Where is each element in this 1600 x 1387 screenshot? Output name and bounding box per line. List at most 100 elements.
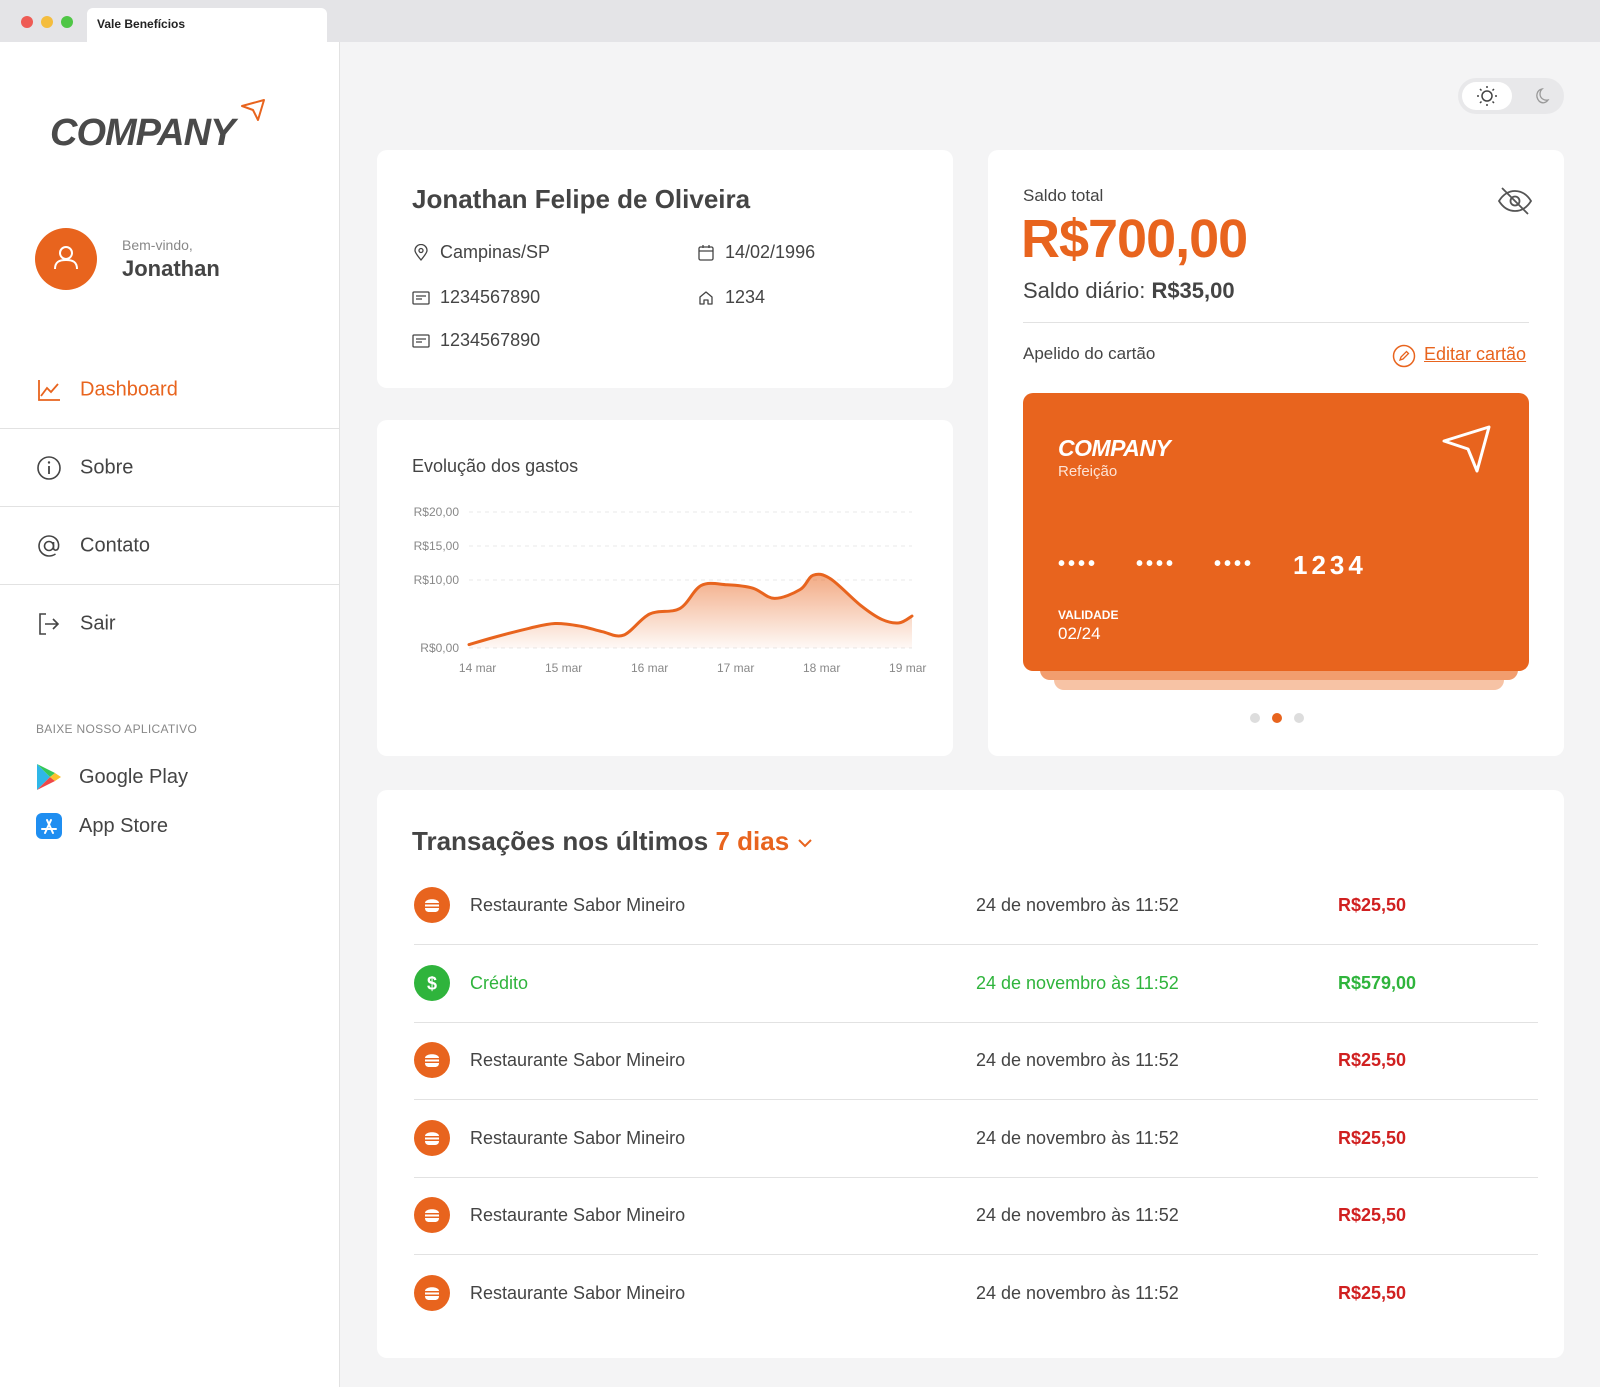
paper-plane-icon (241, 99, 265, 121)
chart-title: Evolução dos gastos (412, 456, 579, 476)
x-tick-label: 15 mar (545, 661, 582, 675)
y-tick-label: R$15,00 (414, 539, 460, 553)
burger-icon (425, 1054, 439, 1067)
dollar-icon: $ (427, 973, 437, 993)
transaction-icon (414, 887, 450, 923)
hide-balance-eye-icon[interactable] (1496, 186, 1534, 216)
nav-item-contato[interactable]: Contato (0, 507, 339, 585)
transaction-row[interactable]: Restaurante Sabor Mineiro 24 de novembro … (414, 867, 1538, 945)
app-store-icon (36, 813, 62, 839)
transaction-amount: R$579,00 (1338, 972, 1417, 993)
nav-label: Sobre (80, 456, 134, 478)
document-1-text: 1234567890 (440, 287, 541, 307)
y-tick-label: R$0,00 (420, 641, 459, 655)
id-card-icon (412, 291, 430, 305)
logout-icon (39, 613, 60, 635)
transaction-amount: R$25,50 (1338, 1127, 1407, 1148)
nav-item-sair[interactable]: Sair (0, 585, 339, 663)
card-masked-group: •••• (1214, 553, 1255, 575)
carousel-dot[interactable] (1250, 713, 1260, 723)
card-last-digits: 1234 (1293, 550, 1367, 580)
edit-card-label: Editar cartão (1424, 344, 1527, 364)
transaction-amount: R$25,50 (1338, 895, 1407, 915)
transaction-name: Restaurante Sabor Mineiro (470, 895, 686, 915)
transaction-date: 24 de novembro às 11:52 (976, 1050, 1179, 1070)
at-icon (38, 534, 60, 557)
id-card-icon (412, 334, 430, 348)
moon-icon[interactable] (1524, 82, 1554, 110)
transaction-name: Restaurante Sabor Mineiro (470, 1205, 686, 1225)
carousel-dot-active[interactable] (1272, 713, 1282, 723)
nav-item-sobre[interactable]: Sobre (0, 429, 339, 507)
carousel-dot[interactable] (1294, 713, 1304, 723)
browser-tab[interactable]: Vale Benefícios (87, 8, 327, 42)
maximize-window-dot[interactable] (61, 16, 73, 28)
balance-divider (1023, 322, 1529, 323)
y-tick-label: R$10,00 (414, 573, 460, 587)
user-icon (54, 246, 78, 270)
profile-location: Campinas/SP (414, 242, 551, 263)
spending-area-chart: R$0,00 R$10,00 R$15,00 R$20,00 14 mar 15 mar… (414, 505, 927, 675)
transaction-date: 24 de novembro às 11:52 (976, 1127, 1179, 1148)
card-type: Refeição (1058, 463, 1118, 480)
avatar[interactable] (35, 228, 97, 290)
nav-item-dashboard[interactable]: Dashboard (0, 351, 339, 429)
transaction-name: Restaurante Sabor Mineiro (470, 1282, 686, 1303)
theme-toggle[interactable] (1458, 78, 1564, 114)
transaction-name: Restaurante Sabor Mineiro (470, 1127, 686, 1148)
location-text: Campinas/SP (440, 242, 551, 262)
transaction-date: 24 de novembro às 11:52 (976, 1205, 1179, 1225)
transaction-row[interactable]: Restaurante Sabor Mineiro 24 de novembro … (414, 1177, 1538, 1255)
company-logo: COMPANY (50, 112, 235, 154)
edit-pencil-icon (1392, 344, 1416, 368)
paper-plane-icon (1442, 425, 1491, 473)
transaction-date: 24 de novembro às 11:52 (976, 1282, 1179, 1303)
transactions-title-prefix: Transações nos últimos (412, 826, 709, 856)
welcome-text: Bem-vindo, (122, 237, 193, 253)
transaction-row[interactable]: $ Crédito 24 de novembro às 11:52 R$579,00 (414, 945, 1538, 1023)
transaction-icon (414, 1274, 450, 1311)
daily-balance-value: R$35,00 (1151, 278, 1235, 303)
document-2-text: 1234567890 (440, 330, 541, 350)
birth-date-text: 14/02/1996 (725, 242, 816, 262)
nav-label: Contato (80, 534, 151, 556)
transaction-icon: $ (414, 964, 450, 1001)
burger-icon (425, 899, 439, 912)
benefit-card[interactable]: COMPANY Refeição •••• •••• •••• 1234 VAL… (1023, 393, 1529, 671)
transaction-name: Crédito (470, 972, 529, 993)
app-link-label: Google Play (79, 766, 188, 788)
chart-area-fill (469, 574, 912, 648)
theme-option-light[interactable] (1462, 82, 1512, 110)
transaction-date: 24 de novembro às 11:52 (976, 895, 1179, 915)
home-icon (699, 291, 713, 305)
transaction-amount: R$25,50 (1338, 1050, 1407, 1070)
transaction-amount: R$25,50 (1338, 1205, 1407, 1225)
chevron-down-icon (798, 839, 813, 848)
profile-document-1: 1234567890 (412, 287, 541, 308)
transaction-date: 24 de novembro às 11:52 (976, 972, 1179, 993)
transaction-row[interactable]: Restaurante Sabor Mineiro 24 de novembro … (414, 1255, 1538, 1333)
transaction-icon (414, 1042, 450, 1078)
edit-card-link[interactable]: Editar cartão (1392, 344, 1527, 368)
transaction-row[interactable]: Restaurante Sabor Mineiro 24 de novembro … (414, 1100, 1538, 1178)
period-dropdown[interactable]: 7 dias (715, 826, 814, 856)
transaction-row[interactable]: Restaurante Sabor Mineiro 24 de novembro … (414, 1022, 1538, 1100)
svg-text:$: $ (427, 973, 437, 993)
card-masked-group: •••• (1058, 553, 1099, 575)
burger-icon (425, 1209, 439, 1222)
daily-balance: Saldo diário: R$35,00 (1023, 278, 1235, 304)
nav-label: Sair (80, 612, 116, 635)
minimize-window-dot[interactable] (41, 16, 53, 28)
balance-panel: Saldo total R$700,00 Saldo diário: R$35,… (988, 150, 1564, 756)
transaction-icon (414, 1197, 450, 1233)
close-window-dot[interactable] (21, 16, 33, 28)
address-number-text: 1234 (725, 287, 766, 307)
user-first-name: Jonathan (122, 256, 220, 281)
browser-titlebar: Vale Benefícios (0, 0, 1600, 42)
sidebar: COMPANY Bem-vindo, Jonathan Dashboard So… (0, 42, 340, 1387)
card-nickname-label: Apelido do cartão (1023, 344, 1156, 363)
total-balance-label: Saldo total (1023, 186, 1104, 205)
info-icon (37, 455, 61, 480)
profile-document-2: 1234567890 (412, 330, 541, 351)
profile-birth-date: 14/02/1996 (698, 242, 816, 263)
